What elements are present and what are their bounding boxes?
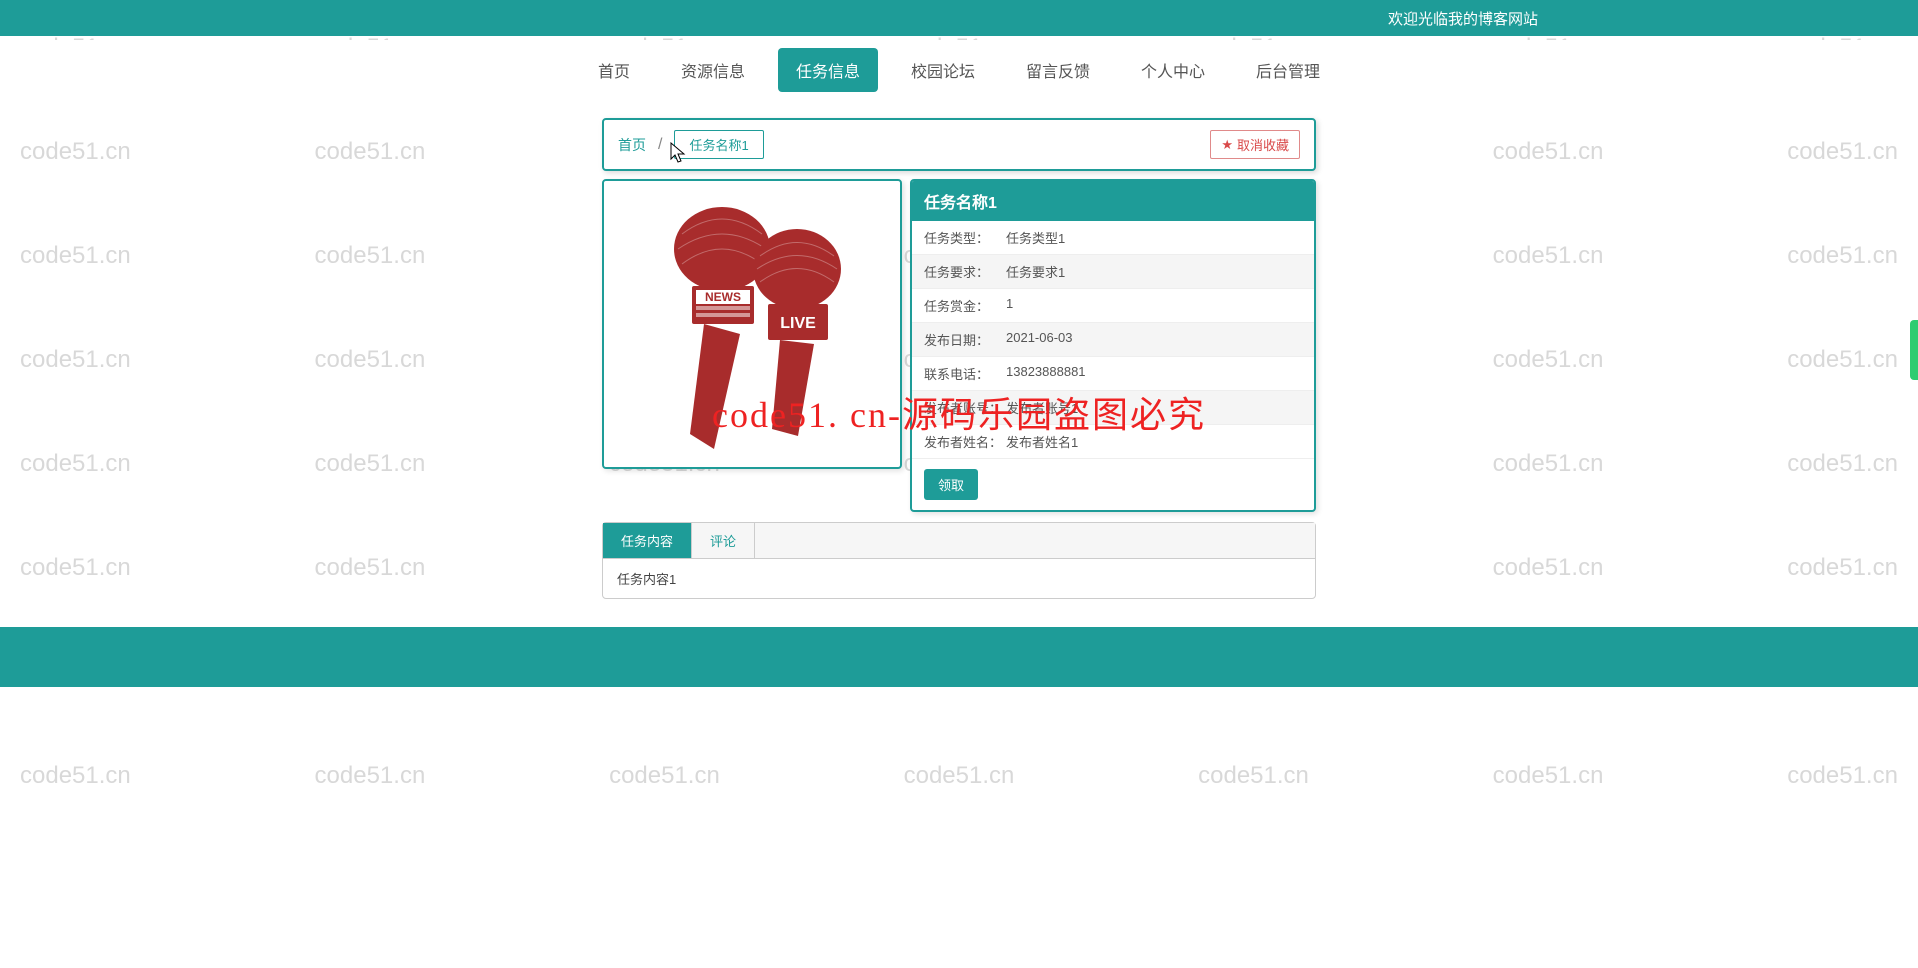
tab-task-content[interactable]: 任务内容 <box>603 523 692 558</box>
task-image-panel: NEWS LIVE <box>602 179 902 469</box>
task-info-panel: 任务名称1 任务类型：任务类型1 任务要求：任务要求1 任务赏金：1 发布日期：… <box>910 179 1316 512</box>
breadcrumb-separator: / <box>658 136 662 154</box>
info-row-reward: 任务赏金：1 <box>912 289 1314 323</box>
breadcrumb-panel: 首页 / 任务名称1 ★ 取消收藏 <box>602 118 1316 171</box>
svg-text:LIVE: LIVE <box>780 315 816 332</box>
microphone-news-icon: NEWS LIVE <box>632 194 872 454</box>
nav-admin[interactable]: 后台管理 <box>1238 48 1338 92</box>
info-row-type: 任务类型：任务类型1 <box>912 221 1314 255</box>
tabs-head: 任务内容 评论 <box>603 523 1315 559</box>
task-title: 任务名称1 <box>912 181 1314 221</box>
nav-home[interactable]: 首页 <box>580 48 648 92</box>
top-banner: 欢迎光临我的博客网站 <box>0 0 1918 36</box>
info-row-requirement: 任务要求：任务要求1 <box>912 255 1314 289</box>
nav-tasks[interactable]: 任务信息 <box>778 48 878 92</box>
nav-forum[interactable]: 校园论坛 <box>893 48 993 92</box>
breadcrumb-current[interactable]: 任务名称1 <box>674 130 763 159</box>
breadcrumb-home[interactable]: 首页 <box>618 135 646 155</box>
tabs-panel: 任务内容 评论 任务内容1 <box>602 522 1316 599</box>
svg-text:NEWS: NEWS <box>705 290 741 304</box>
accept-task-button[interactable]: 领取 <box>924 469 978 500</box>
welcome-text: 欢迎光临我的博客网站 <box>1388 8 1538 29</box>
info-row-publisher-account: 发布者账号：发布者账号1 <box>912 391 1314 425</box>
fav-label: 取消收藏 <box>1237 135 1289 154</box>
nav-profile[interactable]: 个人中心 <box>1123 48 1223 92</box>
tab-body: 任务内容1 <box>603 559 1315 598</box>
footer-band <box>0 627 1918 687</box>
tab-comments[interactable]: 评论 <box>692 523 755 558</box>
side-feedback-strip[interactable] <box>1910 320 1918 380</box>
star-icon: ★ <box>1221 137 1233 153</box>
cancel-favorite-button[interactable]: ★ 取消收藏 <box>1210 130 1300 159</box>
info-row-publisher-name: 发布者姓名：发布者姓名1 <box>912 425 1314 459</box>
main-nav: 首页 资源信息 任务信息 校园论坛 留言反馈 个人中心 后台管理 <box>0 40 1918 100</box>
nav-resources[interactable]: 资源信息 <box>663 48 763 92</box>
info-row-date: 发布日期：2021-06-03 <box>912 323 1314 357</box>
nav-feedback[interactable]: 留言反馈 <box>1008 48 1108 92</box>
info-row-phone: 联系电话：13823888881 <box>912 357 1314 391</box>
